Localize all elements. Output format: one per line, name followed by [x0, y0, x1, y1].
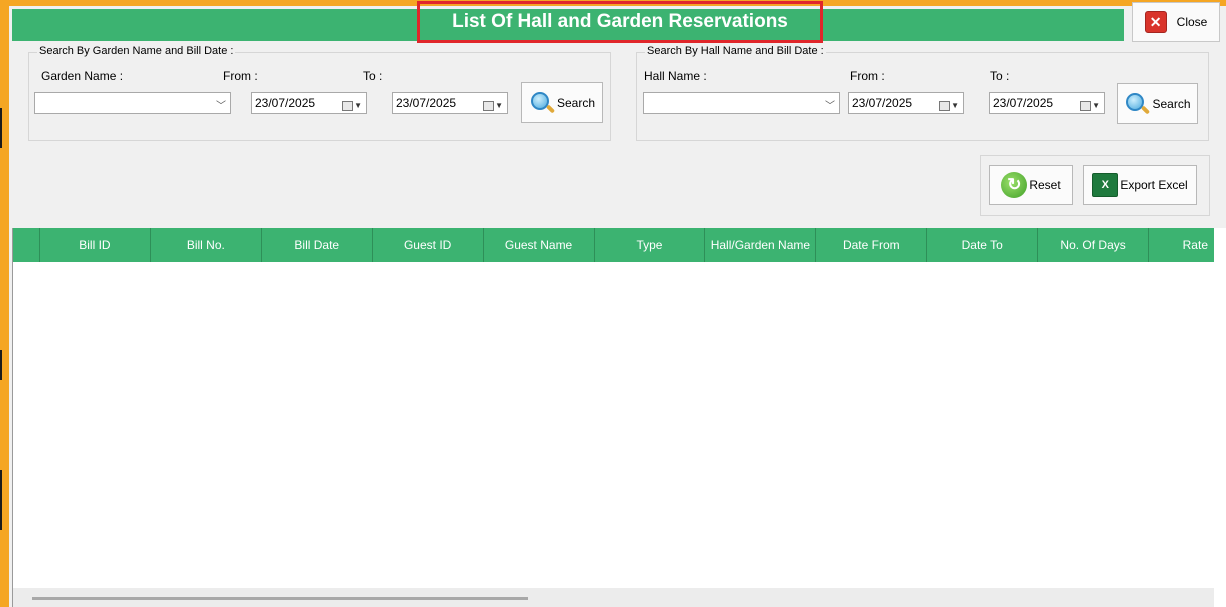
garden-from-label: From : [223, 69, 258, 83]
grid-right-edge [1214, 228, 1226, 607]
excel-icon: X [1092, 173, 1119, 197]
hall-search-button[interactable]: Search [1117, 83, 1198, 124]
hall-from-date[interactable]: 23/07/2025 ▼ [848, 92, 964, 114]
export-excel-button[interactable]: X Export Excel [1083, 165, 1197, 205]
hall-search-legend: Search By Hall Name and Bill Date : [645, 45, 826, 57]
close-icon: ✕ [1144, 11, 1167, 33]
scrollbar-thumb[interactable] [32, 597, 528, 600]
hall-to-label: To : [990, 69, 1010, 83]
calendar-icon[interactable]: ▼ [342, 96, 362, 116]
chevron-down-icon: ﹀ [216, 101, 226, 112]
hall-name-label: Hall Name : [644, 69, 707, 83]
grid-body [13, 262, 1214, 588]
reservations-grid[interactable]: Bill ID Bill No. Bill Date Guest ID Gues… [12, 228, 1214, 607]
column-header[interactable]: Bill No. [151, 228, 262, 262]
garden-search-legend: Search By Garden Name and Bill Date : [37, 45, 236, 57]
column-header[interactable]: Type [595, 228, 706, 262]
export-label: Export Excel [1120, 178, 1188, 192]
reset-label: Reset [1029, 178, 1061, 192]
hall-search-label: Search [1152, 96, 1191, 111]
search-icon [1124, 91, 1151, 117]
garden-search-label: Search [556, 95, 596, 110]
close-button[interactable]: ✕ Close [1132, 2, 1220, 42]
column-header[interactable]: Hall/Garden Name [705, 228, 817, 262]
garden-name-label: Garden Name : [41, 69, 124, 83]
column-header[interactable]: Rate [1149, 228, 1214, 262]
column-header[interactable]: Date To [927, 228, 1039, 262]
garden-to-date[interactable]: 23/07/2025 ▼ [392, 92, 508, 114]
hall-to-date[interactable]: 23/07/2025 ▼ [989, 92, 1105, 114]
garden-search-button[interactable]: Search [521, 82, 603, 123]
window-frame-left [0, 0, 9, 607]
grid-header: Bill ID Bill No. Bill Date Guest ID Gues… [13, 228, 1214, 262]
garden-from-date[interactable]: 23/07/2025 ▼ [251, 92, 367, 114]
hall-from-label: From : [850, 69, 885, 83]
garden-name-select[interactable]: ﹀ [34, 92, 231, 114]
search-icon [529, 90, 556, 116]
reset-button[interactable]: ↻ Reset [989, 165, 1073, 205]
column-header[interactable]: Bill Date [262, 228, 373, 262]
calendar-icon[interactable]: ▼ [483, 96, 503, 116]
column-header[interactable]: Guest ID [373, 228, 484, 262]
column-header[interactable]: Date From [816, 228, 928, 262]
reset-icon: ↻ [1001, 172, 1028, 198]
row-selector-header[interactable] [13, 228, 40, 262]
column-header[interactable]: Guest Name [484, 228, 595, 262]
column-header[interactable]: Bill ID [40, 228, 151, 262]
page-title: List Of Hall and Garden Reservations [417, 1, 823, 43]
close-button-label: Close [1176, 15, 1208, 29]
calendar-icon[interactable]: ▼ [939, 96, 959, 116]
garden-to-label: To : [363, 69, 383, 83]
chevron-down-icon: ﹀ [825, 101, 835, 112]
calendar-icon[interactable]: ▼ [1080, 96, 1100, 116]
horizontal-scrollbar[interactable] [13, 588, 1214, 607]
hall-name-select[interactable]: ﹀ [643, 92, 840, 114]
column-header[interactable]: No. Of Days [1038, 228, 1150, 262]
